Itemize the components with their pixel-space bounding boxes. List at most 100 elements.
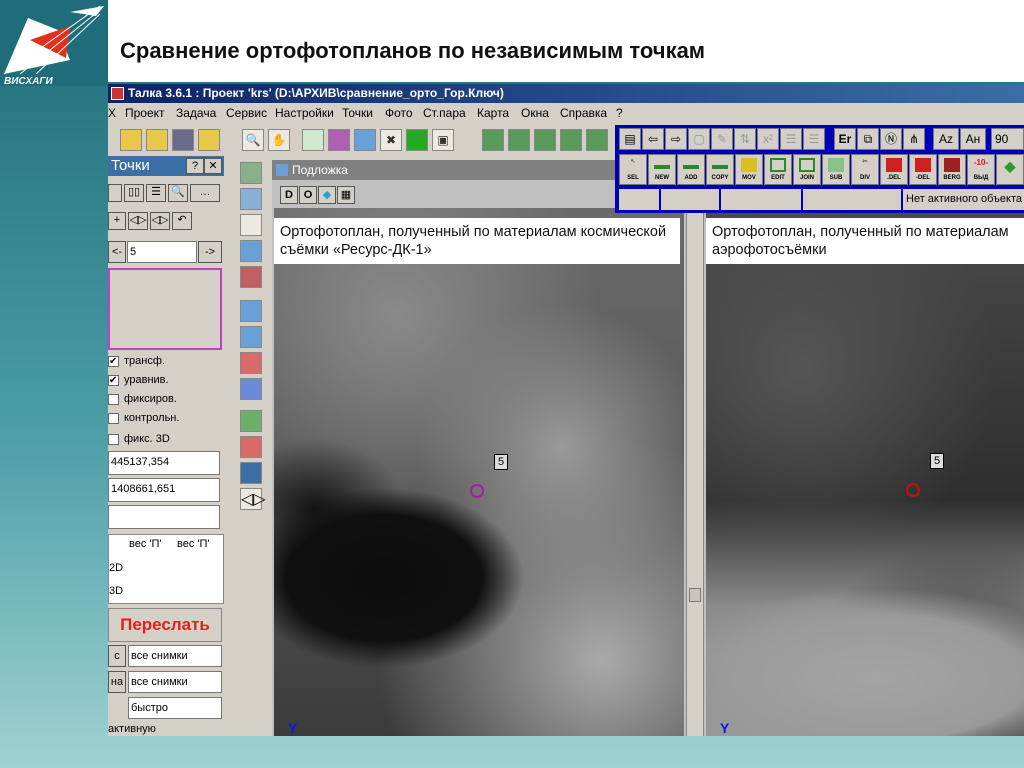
chk-fixed[interactable] (108, 394, 119, 405)
points-panel-header[interactable]: Точки ? ✕ (108, 156, 224, 176)
menu-item-photo[interactable]: Фото (385, 104, 413, 122)
menu-item-stereo-pair[interactable]: Ст.пара (423, 104, 466, 122)
close-cross-icon[interactable]: ✖ (380, 129, 402, 151)
view-split-icon[interactable]: ▯▯ (124, 184, 144, 202)
add-button[interactable]: ADD (677, 154, 705, 185)
swap-icon[interactable]: ◁▷ (150, 212, 170, 230)
sel-button[interactable]: ↖ SEL (619, 154, 647, 185)
ortho-right-image[interactable]: Ортофотоплан, полученный по материалам а… (706, 208, 1024, 736)
view-list-icon[interactable]: ☰ (146, 184, 166, 202)
menu-item-points[interactable]: Точки (342, 104, 373, 122)
tool-map-icon[interactable] (240, 162, 262, 184)
save-icon[interactable] (172, 129, 194, 151)
window-titlebar[interactable]: Талка 3.6.1 : Проект 'krs' (D:\АРХИВ\сра… (108, 84, 1024, 103)
fb-tree-icon[interactable]: ⋔ (903, 128, 925, 150)
tool-grid-icon[interactable] (240, 214, 262, 236)
tool-info-icon[interactable] (240, 300, 262, 322)
menu-item-windows[interactable]: Окна (521, 104, 549, 122)
fb-forward-icon[interactable]: ⇨ (665, 128, 687, 150)
copy-icon[interactable] (198, 129, 220, 151)
send-from-select[interactable]: все снимки (128, 645, 222, 667)
more-button[interactable]: … (190, 184, 220, 202)
coord-y-field[interactable]: 1408661,651 (108, 478, 220, 502)
chk-adjust[interactable]: ✔ (108, 375, 119, 386)
tool-chart-icon[interactable] (240, 462, 262, 484)
join-button[interactable]: JOIN (793, 154, 821, 185)
chk-fix3d[interactable] (108, 434, 119, 445)
diamond-button[interactable]: ◆ (996, 154, 1024, 185)
fb-x2-icon[interactable]: x² (757, 128, 779, 150)
zoom-icon[interactable]: 🔍 (242, 129, 264, 151)
berg-button[interactable]: BERG (938, 154, 966, 185)
fb-doc-icon[interactable]: ▤ (619, 128, 641, 150)
green-circle-icon[interactable] (406, 129, 428, 151)
diamond-icon[interactable]: ◆ (318, 186, 336, 204)
fb-list2-icon[interactable]: ☰ (803, 128, 825, 150)
tool-film-icon[interactable] (240, 266, 262, 288)
stereo-3-icon[interactable] (534, 129, 556, 151)
close-button[interactable]: ✕ (204, 158, 222, 174)
fb-pen-icon[interactable]: ✎ (711, 128, 733, 150)
right-point-marker[interactable] (906, 483, 920, 497)
fb-angle-field[interactable]: 90 (991, 128, 1024, 150)
next-point-button[interactable]: -> (198, 241, 222, 263)
move-left-right-icon[interactable]: ◁▷ (128, 212, 148, 230)
fb-ah-button[interactable]: Ан (960, 128, 986, 150)
send-button[interactable]: Переслать (108, 608, 222, 642)
fb-node-icon[interactable]: Ⓝ (880, 128, 902, 150)
menu-item-question[interactable]: ? (616, 104, 623, 122)
coord-z-field[interactable] (108, 505, 220, 529)
menu-item-x[interactable]: Х (108, 104, 116, 122)
fb-select-icon[interactable]: ▢ (688, 128, 710, 150)
points-icon[interactable] (302, 129, 324, 151)
tool-monitor-icon[interactable] (240, 378, 262, 400)
prev-point-button[interactable]: <- (108, 241, 126, 263)
fb-az-button[interactable]: Az (933, 128, 959, 150)
mov-button[interactable]: MOV (735, 154, 763, 185)
dot-del-button[interactable]: .DEL (880, 154, 908, 185)
fb-er-button[interactable]: Er (834, 128, 856, 150)
new-file-icon[interactable] (120, 129, 142, 151)
film-strip-icon[interactable]: ▦ (337, 186, 355, 204)
fb-list-icon[interactable]: ☰ (780, 128, 802, 150)
menu-item-task[interactable]: Задача (176, 104, 216, 122)
menu-item-project[interactable]: Проект (125, 104, 165, 122)
ortho-left-image[interactable]: Ортофотоплан, полученный по материалам к… (274, 208, 684, 736)
point-number-field[interactable]: 5 (127, 241, 197, 263)
new-button[interactable]: NEW (648, 154, 676, 185)
chk-control[interactable] (108, 413, 119, 424)
undo-icon[interactable]: ↶ (172, 212, 192, 230)
menu-item-help[interactable]: Справка (560, 104, 607, 122)
search-icon[interactable]: 🔍 (168, 184, 188, 202)
fb-back-icon[interactable]: ⇦ (642, 128, 664, 150)
div-button[interactable]: ✂ DIV (851, 154, 879, 185)
open-folder-icon[interactable] (146, 129, 168, 151)
fb-arrows-icon[interactable]: ⇅ (734, 128, 756, 150)
stereo-2-icon[interactable] (508, 129, 530, 151)
send-mode-select[interactable]: быстро (128, 697, 222, 719)
fb-window-icon[interactable]: ⧉ (857, 128, 879, 150)
split-divider[interactable] (686, 208, 704, 736)
tool-import-icon[interactable] (240, 410, 262, 432)
hand-icon[interactable]: ✋ (268, 129, 290, 151)
shape-icon[interactable] (328, 129, 350, 151)
left-point-marker[interactable] (470, 484, 484, 498)
vyd-button[interactable]: -10- ВЫД (967, 154, 995, 185)
layers-icon[interactable]: ▣ (432, 129, 454, 151)
add-point-icon[interactable]: + (108, 212, 126, 230)
tool-globe-icon[interactable] (240, 240, 262, 262)
stereo-5-icon[interactable] (586, 129, 608, 151)
tool-export-icon[interactable] (240, 326, 262, 348)
view-single-icon[interactable] (108, 184, 122, 202)
help-button[interactable]: ? (186, 158, 204, 174)
o-button[interactable]: O (299, 186, 317, 204)
send-to-select[interactable]: все снимки (128, 671, 222, 693)
sub-button[interactable]: SUB (822, 154, 850, 185)
chk-transf[interactable]: ✔ (108, 356, 119, 367)
stereo-1-icon[interactable] (482, 129, 504, 151)
dash-del-button[interactable]: -DEL (909, 154, 937, 185)
coord-x-field[interactable]: 445137,354 (108, 451, 220, 475)
menu-item-map[interactable]: Карта (477, 104, 509, 122)
tool-delete-icon[interactable] (240, 436, 262, 458)
copy-button[interactable]: COPY (706, 154, 734, 185)
